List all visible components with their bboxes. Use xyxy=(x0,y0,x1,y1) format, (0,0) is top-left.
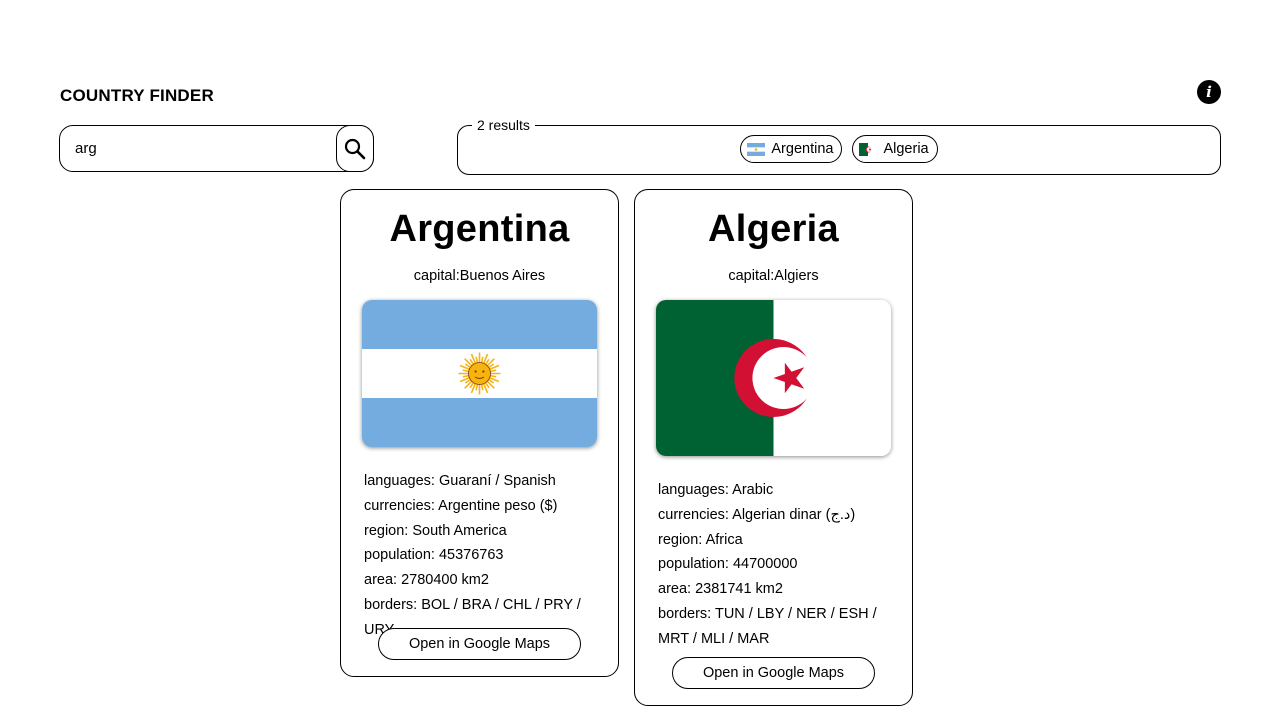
capital: capital:Buenos Aires xyxy=(413,268,546,284)
search-button[interactable] xyxy=(336,125,374,172)
country-info: languages: Arabic currencies: Algerian d… xyxy=(658,478,903,652)
area: area: 2381741 km2 xyxy=(658,581,783,598)
area: area: 2780400 km2 xyxy=(364,572,489,589)
result-chip-algeria[interactable]: Algeria xyxy=(852,135,938,163)
app-title: COUNTRY FINDER xyxy=(60,86,214,105)
chip-label: Argentina xyxy=(771,141,834,157)
argentina-flag-icon xyxy=(362,300,597,447)
search-box xyxy=(59,125,374,172)
borders: borders: TUN / LBY / NER / ESH / MRT / M… xyxy=(658,605,877,647)
region: region: Africa xyxy=(658,531,743,548)
result-chip-argentina[interactable]: Argentina xyxy=(740,135,843,163)
argentina-flag-icon xyxy=(747,142,766,156)
country-card-argentina: Argentina capital:Buenos Aires languages… xyxy=(340,189,619,677)
country-name: Argentina xyxy=(389,208,570,250)
region: region: South America xyxy=(364,522,507,539)
chip-label: Algeria xyxy=(883,141,929,157)
population: population: 44700000 xyxy=(658,556,798,573)
results-box: 2 results Argentina Algeria xyxy=(457,115,1221,175)
languages: languages: Arabic xyxy=(658,482,774,498)
country-info: languages: Guaraní / Spanish currencies:… xyxy=(364,469,609,643)
country-card-algeria: Algeria capital:Algiers languages: Arabi… xyxy=(634,189,913,706)
open-google-maps-button[interactable]: Open in Google Maps xyxy=(378,628,581,660)
info-icon[interactable]: i xyxy=(1197,80,1221,104)
result-chips: Argentina Algeria xyxy=(458,135,1220,163)
currencies: currencies: Argentine peso ($) xyxy=(364,497,558,514)
results-count: 2 results xyxy=(472,115,535,135)
search-input[interactable] xyxy=(61,127,336,170)
capital: capital:Algiers xyxy=(728,268,819,284)
algeria-flag-icon xyxy=(656,300,891,456)
search-icon xyxy=(344,138,366,159)
country-name: Algeria xyxy=(708,208,839,250)
currencies: currencies: Algerian dinar (د.ج) xyxy=(658,506,856,523)
population: population: 45376763 xyxy=(364,547,504,564)
open-google-maps-button[interactable]: Open in Google Maps xyxy=(672,657,875,689)
algeria-flag-icon xyxy=(859,142,878,156)
languages: languages: Guaraní / Spanish xyxy=(364,473,556,489)
